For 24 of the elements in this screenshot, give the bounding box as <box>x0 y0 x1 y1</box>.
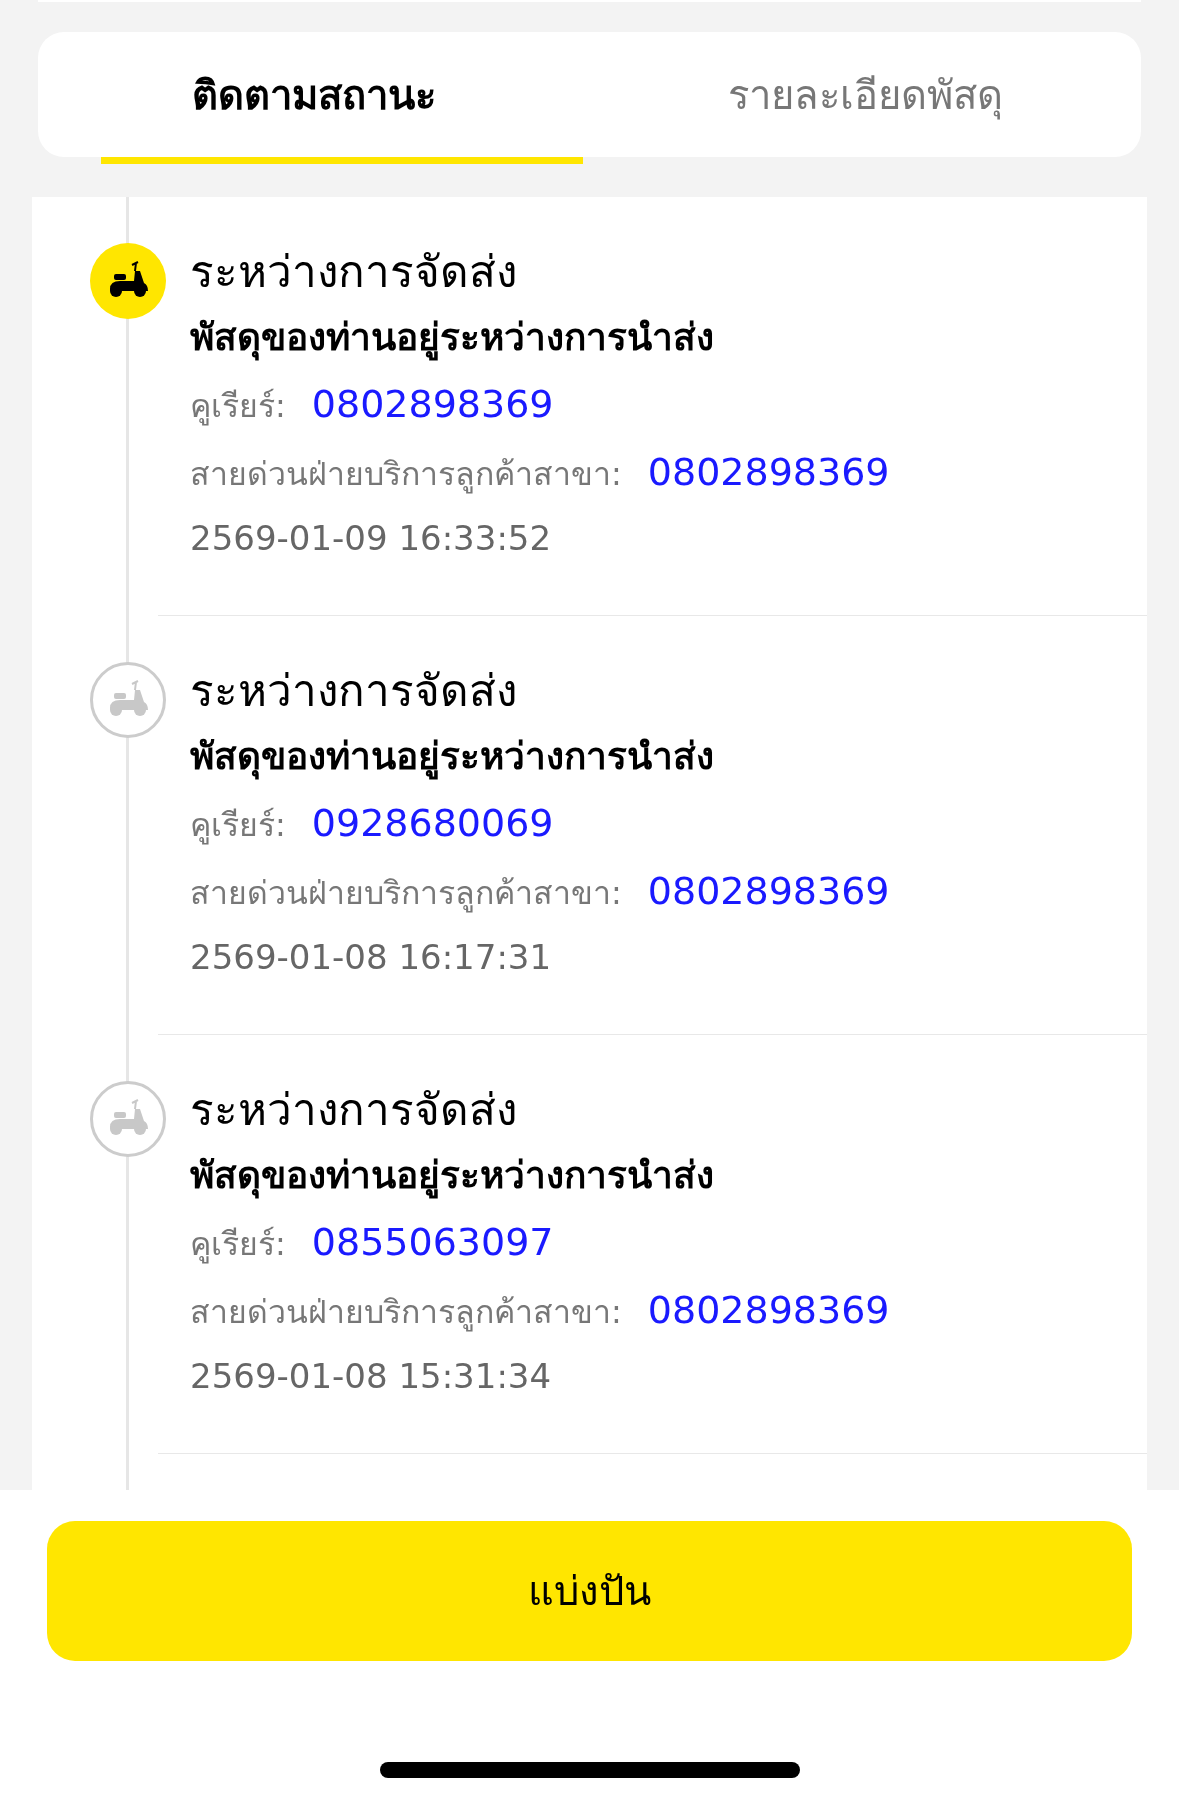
timestamp: 2569-01-08 15:31:34 <box>190 1355 553 1398</box>
tab[interactable]: ติดตามสถานะ <box>38 32 590 157</box>
hotline-phone-link[interactable]: 0802898369 <box>647 1277 890 1343</box>
timestamp: 2569-01-09 16:33:52 <box>190 517 553 560</box>
courier-phone-link[interactable]: 0928680069 <box>311 790 554 856</box>
status-description: พัสดุของท่านอยู่ระหว่างการนำส่ง <box>190 734 715 782</box>
status-title: ระหว่างการจัดส่ง <box>190 664 518 718</box>
courier-label: คูเรียร์: <box>190 1224 286 1266</box>
hotline-label: สายด่วนฝ่ายบริการลูกค้าสาขา: <box>190 873 622 915</box>
status-title: ระหว่างการจัดส่ง <box>190 245 518 299</box>
status-description: พัสดุของท่านอยู่ระหว่างการนำส่ง <box>190 1153 715 1201</box>
share-button[interactable]: แบ่งปัน <box>47 1521 1132 1661</box>
status-description: พัสดุของท่านอยู่ระหว่างการนำส่ง <box>190 315 715 363</box>
hotline-phone-link[interactable]: 0802898369 <box>647 439 890 505</box>
timestamp: 2569-01-08 16:17:31 <box>190 936 553 979</box>
tab[interactable]: รายละเอียดพัสดุ <box>589 32 1141 157</box>
courier-label: คูเรียร์: <box>190 386 286 428</box>
courier-phone-link[interactable]: 0855063097 <box>311 1209 554 1275</box>
courier-phone-link[interactable]: 0802898369 <box>311 371 554 437</box>
hotline-phone-link[interactable]: 0802898369 <box>647 858 890 924</box>
status-title: ระหว่างการจัดส่ง <box>190 1083 518 1137</box>
hotline-label: สายด่วนฝ่ายบริการลูกค้าสาขา: <box>190 454 622 496</box>
hotline-label: สายด่วนฝ่ายบริการลูกค้าสาขา: <box>190 1292 622 1334</box>
courier-label: คูเรียร์: <box>190 805 286 847</box>
